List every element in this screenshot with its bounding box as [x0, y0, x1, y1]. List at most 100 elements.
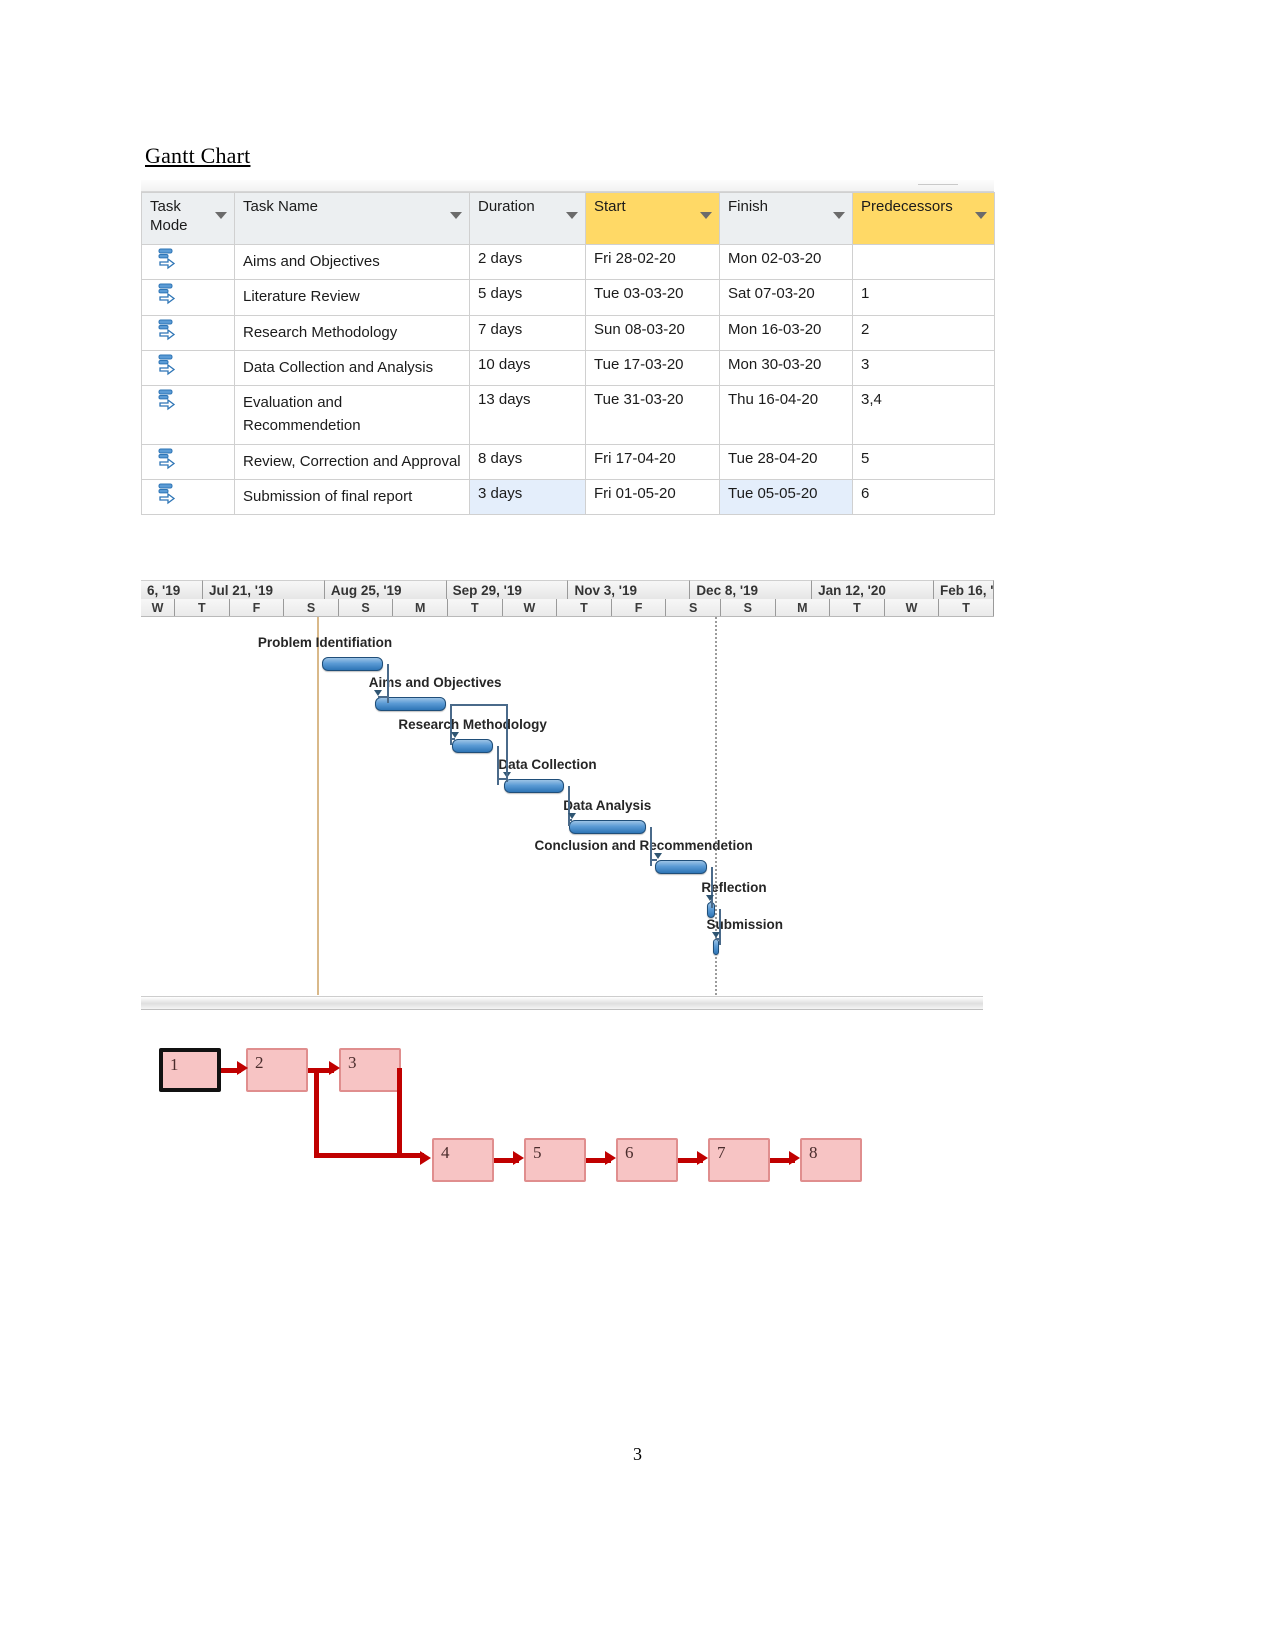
gantt-bar[interactable]	[654, 860, 708, 874]
start-cell[interactable]: Tue 31-03-20	[585, 385, 720, 445]
task-name-cell[interactable]: Review, Correction and Approval	[234, 443, 470, 480]
task-mode-cell[interactable]	[141, 385, 235, 445]
filter-arrow-icon[interactable]	[566, 212, 578, 219]
start-cell[interactable]: Fri 01-05-20	[585, 478, 720, 516]
finish-cell[interactable]: Thu 16-04-20	[719, 385, 853, 445]
network-node-7[interactable]: 7	[708, 1138, 770, 1182]
start-cell[interactable]: Sun 08-03-20	[585, 314, 720, 351]
task-mode-cell[interactable]	[141, 314, 235, 351]
timeline-minor-cell: S	[338, 599, 394, 616]
finish-cell-text: Mon 16-03-20	[728, 320, 822, 338]
network-node-5[interactable]: 5	[524, 1138, 586, 1182]
finish-cell[interactable]: Mon 16-03-20	[719, 314, 853, 351]
table-row[interactable]: Review, Correction and Approval 8 days Fri…	[141, 443, 995, 480]
task-mode-cell[interactable]	[141, 243, 235, 281]
gantt-bar[interactable]	[452, 739, 494, 753]
duration-cell[interactable]: 5 days	[469, 279, 586, 316]
timeline-minor-row: WTFSSMTWTFSSMTWT	[141, 599, 994, 616]
network-node-3[interactable]: 3	[339, 1048, 401, 1092]
gantt-bar-label: Data Analysis	[563, 798, 652, 813]
table-row[interactable]: Research Methodology 7 days Sun 08-03-20 Mo…	[141, 314, 995, 351]
start-cell[interactable]: Fri 17-04-20	[585, 443, 720, 480]
duration-cell[interactable]: 2 days	[469, 243, 586, 281]
task-mode-cell[interactable]	[141, 443, 235, 480]
predecessors-cell[interactable]: 5	[852, 443, 995, 480]
timeline-minor-cell: T	[830, 599, 885, 616]
duration-cell-text: 3 days	[478, 484, 523, 502]
duration-cell[interactable]: 8 days	[469, 443, 586, 480]
task-name-cell[interactable]: Evaluation and Recommendetion	[234, 385, 470, 445]
filter-arrow-icon[interactable]	[833, 212, 845, 219]
duration-cell-text: 5 days	[478, 285, 523, 303]
start-cell[interactable]: Tue 03-03-20	[585, 279, 720, 316]
filter-arrow-icon[interactable]	[700, 212, 712, 219]
gantt-bar[interactable]	[504, 779, 565, 793]
task-name-cell[interactable]: Research Methodology	[234, 314, 470, 351]
table-row[interactable]: Literature Review 5 days Tue 03-03-20 Sat 0…	[141, 279, 995, 316]
task-name-cell[interactable]: Data Collection and Analysis	[234, 349, 470, 387]
task-mode-cell[interactable]	[141, 478, 235, 516]
finish-cell[interactable]: Tue 28-04-20	[719, 443, 853, 480]
predecessors-cell-text: 3	[861, 355, 870, 373]
column-header-label: Duration	[478, 198, 535, 215]
column-header-duration[interactable]: Duration	[469, 192, 586, 245]
predecessors-cell[interactable]: 6	[852, 478, 995, 516]
column-header-start[interactable]: Start	[585, 192, 720, 245]
timeline-minor-cell: W	[502, 599, 558, 616]
predecessors-cell[interactable]	[852, 243, 995, 281]
duration-cell[interactable]: 7 days	[469, 314, 586, 351]
network-node-1[interactable]: 1	[159, 1048, 221, 1092]
filter-arrow-icon[interactable]	[450, 212, 462, 219]
duration-cell[interactable]: 3 days	[469, 478, 586, 516]
finish-cell[interactable]: Tue 05-05-20	[719, 478, 853, 516]
column-header-finish[interactable]: Finish	[719, 192, 853, 245]
table-row[interactable]: Aims and Objectives 2 days Fri 28-02-20 Mon…	[141, 243, 995, 281]
gantt-link	[711, 867, 713, 908]
task-name-cell[interactable]: Aims and Objectives	[234, 243, 470, 281]
task-name-cell[interactable]: Submission of final report	[234, 478, 470, 516]
finish-cell[interactable]: Mon 30-03-20	[719, 349, 853, 387]
timeline-major-cell: Sep 29, '19	[446, 580, 569, 599]
gantt-link	[377, 696, 388, 698]
gantt-timeline-header: 6, '19 Jul 21, '19 Aug 25, '19 Sep 29, '19 N…	[141, 580, 994, 617]
network-node-2[interactable]: 2	[246, 1048, 308, 1092]
gantt-link-arrow	[373, 690, 382, 696]
finish-cell[interactable]: Mon 02-03-20	[719, 243, 853, 281]
predecessors-cell[interactable]: 3	[852, 349, 995, 387]
duration-cell[interactable]: 13 days	[469, 385, 586, 445]
task-table-body: Aims and Objectives 2 days Fri 28-02-20 Mon…	[141, 243, 995, 516]
network-node-4[interactable]: 4	[432, 1138, 494, 1182]
table-header-row: Task Mode Task Name Duration Start Finis…	[141, 192, 995, 245]
filter-arrow-icon[interactable]	[975, 212, 987, 219]
predecessors-cell[interactable]: 2	[852, 314, 995, 351]
column-header-label: Start	[594, 198, 626, 215]
column-header-task-name[interactable]: Task Name	[234, 192, 470, 245]
timeline-minor-cell: T	[939, 599, 994, 616]
task-mode-cell[interactable]	[141, 279, 235, 316]
finish-cell-text: Tue 05-05-20	[728, 484, 818, 502]
network-canvas: 1 2 3 4 5 6 7 8	[141, 1010, 983, 1328]
start-cell[interactable]: Tue 17-03-20	[585, 349, 720, 387]
timeline-major-cell: Jul 21, '19	[203, 580, 325, 599]
network-node-6[interactable]: 6	[616, 1138, 678, 1182]
gantt-bar[interactable]	[321, 657, 384, 671]
table-row[interactable]: Evaluation and Recommendetion 13 days Tue …	[141, 385, 995, 445]
table-row[interactable]: Submission of final report 3 days Fri 01-0…	[141, 478, 995, 516]
column-header-predecessors[interactable]: Predecessors	[852, 192, 995, 245]
finish-cell[interactable]: Sat 07-03-20	[719, 279, 853, 316]
duration-cell[interactable]: 10 days	[469, 349, 586, 387]
network-node-8[interactable]: 8	[800, 1138, 862, 1182]
table-row[interactable]: Data Collection and Analysis 10 days Tue 1…	[141, 349, 995, 387]
task-name-cell[interactable]: Literature Review	[234, 279, 470, 316]
predecessors-cell[interactable]: 1	[852, 279, 995, 316]
gantt-bar[interactable]	[569, 820, 646, 834]
filter-arrow-icon[interactable]	[215, 212, 227, 219]
gantt-link-arrow	[451, 732, 460, 738]
predecessors-cell[interactable]: 3,4	[852, 385, 995, 445]
start-cell[interactable]: Fri 28-02-20	[585, 243, 720, 281]
task-mode-cell[interactable]	[141, 349, 235, 387]
timeline-minor-cell: F	[229, 599, 285, 616]
auto-schedule-icon	[158, 248, 180, 274]
column-header-task-mode[interactable]: Task Mode	[141, 192, 235, 245]
gantt-bar[interactable]	[374, 697, 447, 711]
